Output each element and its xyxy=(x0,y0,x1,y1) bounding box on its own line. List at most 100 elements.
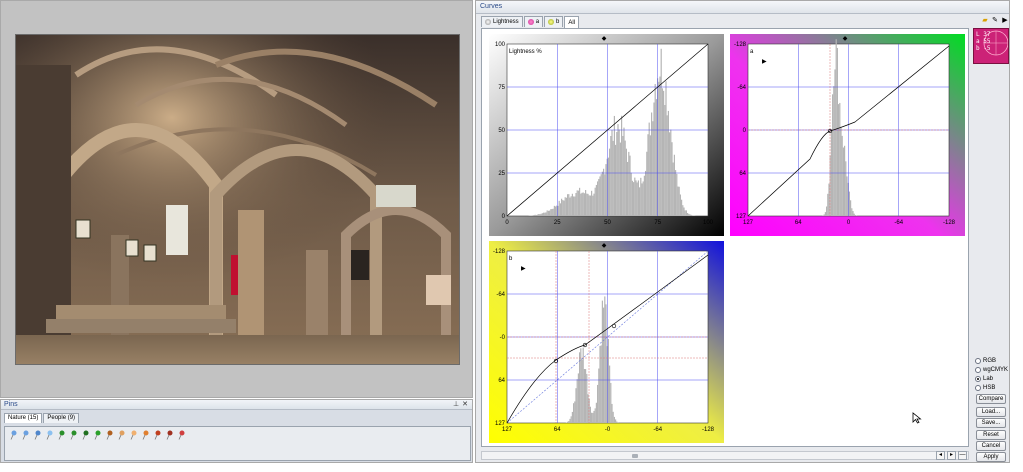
histogram-bar xyxy=(635,180,637,216)
pin-icon[interactable] xyxy=(177,430,186,440)
histogram-bar xyxy=(533,214,535,216)
pins-tabs: Nature (15) People (9) xyxy=(1,410,472,423)
histogram-bar xyxy=(611,403,613,423)
radio-lab[interactable] xyxy=(975,376,981,382)
pin-icon[interactable] xyxy=(93,430,102,440)
cancel-button[interactable]: Cancel xyxy=(976,441,1006,451)
tab-a[interactable]: a xyxy=(523,16,544,27)
mode-rgb[interactable]: RGB xyxy=(975,357,1008,365)
pin-icon[interactable] xyxy=(21,430,30,440)
save-button[interactable]: Save... xyxy=(976,418,1006,428)
y-tick-label: -128 xyxy=(734,42,747,48)
y-tick-label: -0 xyxy=(500,335,506,341)
pin-icon[interactable] xyxy=(57,430,66,440)
cathedral-photo[interactable] xyxy=(15,34,460,365)
scroll-end-icon[interactable]: — xyxy=(958,451,967,460)
scroll-right-icon[interactable]: ▸ xyxy=(947,451,956,460)
histogram-bar xyxy=(610,382,612,423)
close-icon[interactable]: ✕ xyxy=(461,401,469,409)
histogram-bar xyxy=(574,401,576,423)
scrollbar-thumb[interactable] xyxy=(632,454,638,458)
histogram-bar xyxy=(587,394,589,423)
histogram-bar xyxy=(586,193,588,216)
tab-a-label: a xyxy=(535,19,540,25)
histogram-bar xyxy=(574,196,576,216)
a-curve-graph[interactable]: ◆ a ▶ -128-64064127 127 64 0 -64 -128 xyxy=(730,34,965,236)
x-tick-label: 50 xyxy=(604,220,611,226)
histogram-bar xyxy=(576,190,578,216)
x-tick-label: 127 xyxy=(502,427,513,433)
histogram-bar xyxy=(651,112,653,216)
histogram-bar xyxy=(565,197,567,216)
y-tick-label: 64 xyxy=(498,378,505,384)
mode-lab[interactable]: Lab xyxy=(975,375,1008,383)
pins-title: Pins xyxy=(4,401,18,408)
histogram-bar xyxy=(559,203,561,216)
histogram-bar xyxy=(675,170,677,216)
histogram-bar xyxy=(604,174,606,216)
histogram-bar xyxy=(531,215,533,216)
horizontal-scrollbar[interactable] xyxy=(481,451,969,460)
curves-tabs: Lightness a b All xyxy=(481,16,580,28)
histogram-bar xyxy=(570,416,572,423)
pin-icon[interactable] xyxy=(81,430,90,440)
histogram-bar xyxy=(623,127,625,216)
tab-lightness[interactable]: Lightness xyxy=(481,16,523,27)
pin-icon[interactable] xyxy=(45,430,54,440)
histogram-bar xyxy=(613,416,615,423)
play-icon[interactable]: ▶ xyxy=(1001,17,1009,25)
load-button[interactable]: Load... xyxy=(976,407,1006,417)
folder-icon[interactable]: ▰ xyxy=(981,17,989,25)
histogram-bar xyxy=(589,406,591,423)
histogram-bar xyxy=(562,200,564,216)
histogram-bar xyxy=(597,181,599,216)
curves-titlebar: Curves xyxy=(476,1,1009,14)
lightness-curve-graph[interactable]: ◆ Lightness % 1007550250 0 25 50 75 100 xyxy=(489,34,724,236)
pin-icon[interactable] xyxy=(9,430,18,440)
pin-icon[interactable] xyxy=(141,430,150,440)
mode-wgcmyk[interactable]: wgCMYK xyxy=(975,366,1008,374)
radio-rgb[interactable] xyxy=(975,358,981,364)
x-tick-label: 64 xyxy=(554,427,561,433)
pin-icon[interactable] xyxy=(33,430,42,440)
histogram-bar xyxy=(850,200,852,216)
histogram-bar xyxy=(537,214,539,216)
tab-nature[interactable]: Nature (15) xyxy=(4,413,43,423)
histogram-bar xyxy=(591,412,593,423)
a-top-arrow: ◆ xyxy=(843,36,848,42)
pin-icon[interactable] xyxy=(165,430,174,440)
x-tick-label: 75 xyxy=(654,220,661,226)
y-tick-label: 25 xyxy=(498,171,505,177)
y-tick-label: 100 xyxy=(495,42,506,48)
pin-panel-icon[interactable]: ⊥ xyxy=(452,401,460,409)
pin-icon[interactable] xyxy=(129,430,138,440)
radio-hsb[interactable] xyxy=(975,385,981,391)
histogram-bar xyxy=(659,76,661,216)
pin-icon[interactable] xyxy=(105,430,114,440)
pin-icon[interactable] xyxy=(117,430,126,440)
pin-icon[interactable] xyxy=(69,430,78,440)
scroll-left-icon[interactable]: ◂ xyxy=(936,451,945,460)
x-tick-label: 100 xyxy=(703,220,714,226)
radio-wgcmyk[interactable] xyxy=(975,367,981,373)
histogram-bar xyxy=(679,194,681,216)
histogram-bar xyxy=(616,421,618,423)
reset-button[interactable]: Reset xyxy=(976,430,1006,440)
tab-people[interactable]: People (9) xyxy=(43,413,80,423)
histogram-bar xyxy=(826,206,828,216)
histogram-bar xyxy=(555,206,557,216)
mode-hsb[interactable]: HSB xyxy=(975,384,1008,392)
histogram-bar xyxy=(840,126,842,216)
pin-icon[interactable] xyxy=(153,430,162,440)
tab-b[interactable]: b xyxy=(544,16,564,27)
histogram-bar xyxy=(666,115,668,216)
histogram-bar xyxy=(681,199,683,216)
x-tick-label: 64 xyxy=(795,220,802,226)
histogram-bar xyxy=(607,157,609,216)
b-curve-graph[interactable]: ◆ b ▶ -128-64-064127 127 64 -0 -64 -128 xyxy=(489,241,724,443)
mode-rgb-label: RGB xyxy=(983,358,997,364)
tab-all[interactable]: All xyxy=(564,16,580,28)
apply-button[interactable]: Apply xyxy=(976,452,1006,462)
compare-button[interactable]: Compare xyxy=(976,394,1006,404)
eyedropper-icon[interactable]: ✎ xyxy=(991,17,999,25)
